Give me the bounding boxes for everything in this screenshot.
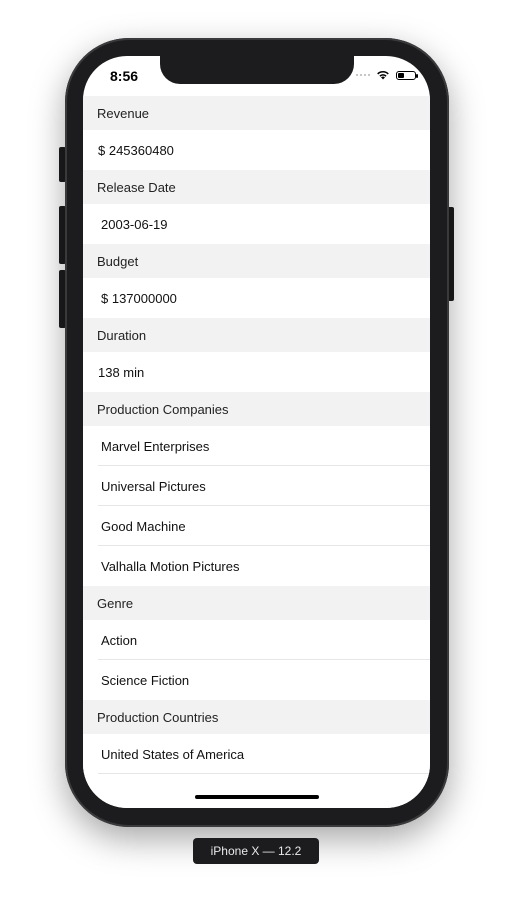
screen: 8:56 Revenue $ 245360480 Release Date 20… bbox=[83, 56, 430, 808]
list-item: Universal Pictures bbox=[83, 466, 430, 506]
list-item: $ 137000000 bbox=[83, 278, 430, 318]
home-indicator[interactable] bbox=[195, 795, 319, 799]
simulator-device-label: iPhone X — 12.2 bbox=[193, 838, 319, 864]
cellular-signal-icon bbox=[356, 74, 370, 76]
detail-list[interactable]: Revenue $ 245360480 Release Date 2003-06… bbox=[83, 96, 430, 774]
section-header-production-countries: Production Countries bbox=[83, 700, 430, 734]
section-header-release-date: Release Date bbox=[83, 170, 430, 204]
list-item: 138 min bbox=[83, 352, 430, 392]
list-item: Science Fiction bbox=[83, 660, 430, 700]
list-item: 2003-06-19 bbox=[83, 204, 430, 244]
section-header-genre: Genre bbox=[83, 586, 430, 620]
list-item: Valhalla Motion Pictures bbox=[83, 546, 430, 586]
notch bbox=[160, 56, 354, 84]
bottom-safe-area bbox=[83, 774, 430, 808]
wifi-icon bbox=[376, 70, 390, 80]
section-header-production-companies: Production Companies bbox=[83, 392, 430, 426]
list-item: Marvel Enterprises bbox=[83, 426, 430, 466]
section-header-budget: Budget bbox=[83, 244, 430, 278]
section-header-revenue: Revenue bbox=[83, 96, 430, 130]
list-item: $ 245360480 bbox=[83, 130, 430, 170]
battery-icon bbox=[396, 70, 418, 80]
section-header-duration: Duration bbox=[83, 318, 430, 352]
list-item: Good Machine bbox=[83, 506, 430, 546]
list-item: United States of America bbox=[83, 734, 430, 774]
status-indicators bbox=[356, 70, 418, 80]
list-item: Action bbox=[83, 620, 430, 660]
status-time: 8:56 bbox=[110, 68, 139, 84]
